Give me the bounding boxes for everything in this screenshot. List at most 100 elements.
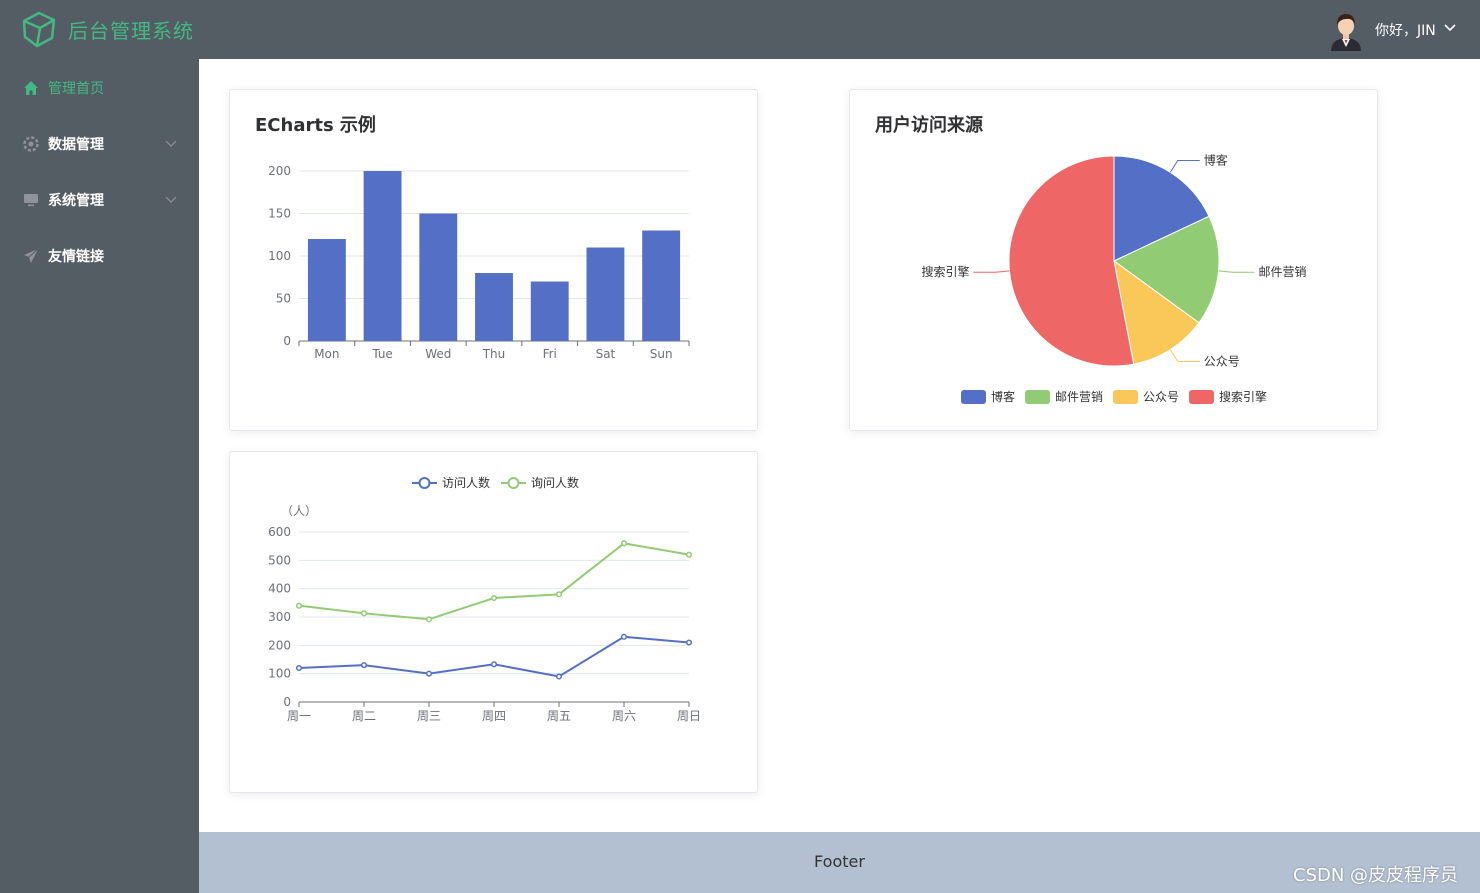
data-point: [620, 633, 628, 640]
sidebar-item-label: 数据管理: [48, 137, 104, 153]
x-tick-label: Tue: [371, 347, 393, 361]
bar: [419, 213, 458, 341]
y-tick-label: 0: [283, 334, 291, 348]
y-tick-label: 400: [268, 582, 291, 596]
sidebar-item-data-management[interactable]: 数据管理: [0, 115, 199, 171]
settings-icon: [23, 136, 39, 152]
home-icon: [24, 81, 38, 95]
pie-label-line: [1169, 160, 1200, 173]
bar: [363, 171, 402, 341]
legend-marker: [507, 477, 520, 489]
y-tick-label: 150: [268, 207, 291, 221]
sidebar-item-home[interactable]: 管理首页: [0, 59, 199, 115]
data-point: [295, 664, 303, 672]
data-point: [360, 662, 368, 669]
pie-chart: 博客邮件营销公众号搜索引擎博客 邮件营销 公众号 搜索引擎: [922, 153, 1306, 404]
y-tick-label: 0: [283, 695, 291, 709]
data-point: [685, 551, 693, 558]
legend-label: 搜索引擎: [1219, 389, 1267, 404]
x-tick-label: 周三: [417, 709, 441, 723]
line-chart: 0 100 200 300 400 500 600 （人） 周一 周二 周三 周四 周五 周六 周日 访问人数…: [268, 475, 701, 723]
data-point: [425, 670, 433, 677]
legend-label: 访问人数: [442, 475, 490, 490]
x-tick-label: Thu: [482, 347, 506, 361]
bar: [642, 230, 681, 341]
series-line: [298, 542, 690, 621]
legend-swatch: [1189, 390, 1214, 404]
chevron-down-icon: [165, 140, 177, 147]
y-axis-name: （人）: [281, 504, 317, 518]
data-point: [555, 673, 563, 680]
x-tick-label: Sat: [596, 347, 616, 361]
sidebar-item-label: 友情链接: [48, 249, 104, 265]
y-tick-label: 100: [268, 667, 291, 681]
y-tick-label: 500: [268, 553, 291, 567]
y-tick-label: 200: [268, 164, 291, 178]
data-point: [425, 616, 433, 623]
user-greeting[interactable]: 你好，JIN: [1375, 20, 1436, 40]
pie-label-line: [1218, 270, 1255, 273]
x-tick-label: Wed: [425, 347, 451, 361]
bar: [530, 281, 569, 341]
x-tick-label: Mon: [314, 347, 339, 361]
x-tick-label: Sun: [650, 347, 673, 361]
x-tick-label: 周二: [352, 709, 376, 723]
legend-swatch: [1025, 390, 1050, 404]
data-point: [620, 540, 628, 547]
sidebar: 管理首页 数据管理 系统管理 友情链接: [0, 59, 199, 893]
x-tick-label: 周六: [612, 709, 636, 723]
data-point: [685, 639, 693, 646]
x-tick-label: 周日: [677, 709, 701, 723]
pie-label: 公众号: [1204, 354, 1240, 368]
y-tick-label: 200: [268, 638, 291, 652]
series-line: [298, 635, 690, 678]
sidebar-item-label: 管理首页: [48, 81, 104, 97]
data-point: [490, 594, 498, 602]
pie-label: 博客: [1204, 153, 1228, 168]
x-tick-label: 周一: [287, 709, 311, 723]
sidebar-item-system-management[interactable]: 系统管理: [0, 171, 199, 227]
legend-swatch: [961, 390, 986, 404]
pie-chart-card: 用户访问来源 博客 邮件营销 公众号 搜索引擎 博客 邮件营销 公众号 搜索引擎: [849, 89, 1378, 431]
footer: Footer: [199, 832, 1480, 893]
bar-chart: 0 50 100 150 200 Mon Tue Wed Thu Fri Sat Sun: [268, 164, 690, 361]
bar: [307, 239, 346, 341]
y-tick-label: 100: [268, 249, 291, 263]
pie-label: 搜索引擎: [922, 264, 970, 279]
legend-label: 公众号: [1143, 390, 1179, 404]
data-point: [490, 661, 498, 668]
sidebar-item-label: 系统管理: [48, 193, 104, 209]
sidebar-item-friend-links[interactable]: 友情链接: [0, 227, 199, 283]
pie-label: 邮件营销: [1258, 265, 1306, 279]
pie-label-line: [973, 270, 1010, 273]
line-chart-card: 0 100 200 300 400 500 600 （人） 周一 周二 周三 周四 周五 周六 周日 访问人数…: [229, 451, 758, 793]
y-tick-label: 600: [268, 525, 291, 539]
data-point: [555, 591, 563, 598]
monitor-icon: [24, 194, 38, 207]
legend-label: 询问人数: [531, 475, 579, 490]
watermark: CSDN @皮皮程序员: [1293, 865, 1459, 886]
bar-chart-card: ECharts 示例 0 50 100 150 200 Mon Tue Wed Thu Fri Sa…: [229, 89, 758, 431]
user-chevron-down-icon[interactable]: [1444, 24, 1456, 32]
top-header: 后台管理系统 你好，JIN: [0, 0, 1480, 59]
data-point: [360, 610, 368, 617]
y-tick-label: 50: [276, 292, 291, 306]
pie-label-line: [1169, 349, 1200, 362]
bar: [586, 247, 625, 341]
x-tick-label: 周五: [547, 709, 571, 723]
x-tick-label: Fri: [543, 347, 557, 361]
legend-swatch: [1113, 390, 1138, 404]
legend-label: 博客: [991, 389, 1015, 404]
bar: [475, 273, 513, 341]
footer-text: Footer: [814, 852, 865, 871]
legend-label: 邮件营销: [1055, 390, 1103, 404]
y-tick-label: 300: [268, 610, 291, 624]
avatar-icon[interactable]: [1328, 9, 1364, 51]
x-tick-label: 周四: [482, 709, 506, 723]
app-title: 后台管理系统: [68, 19, 194, 43]
chevron-down-icon: [165, 196, 177, 203]
cube-logo-icon: [22, 11, 56, 48]
send-icon: [24, 248, 39, 263]
legend-marker: [418, 477, 431, 489]
data-point: [295, 602, 303, 609]
